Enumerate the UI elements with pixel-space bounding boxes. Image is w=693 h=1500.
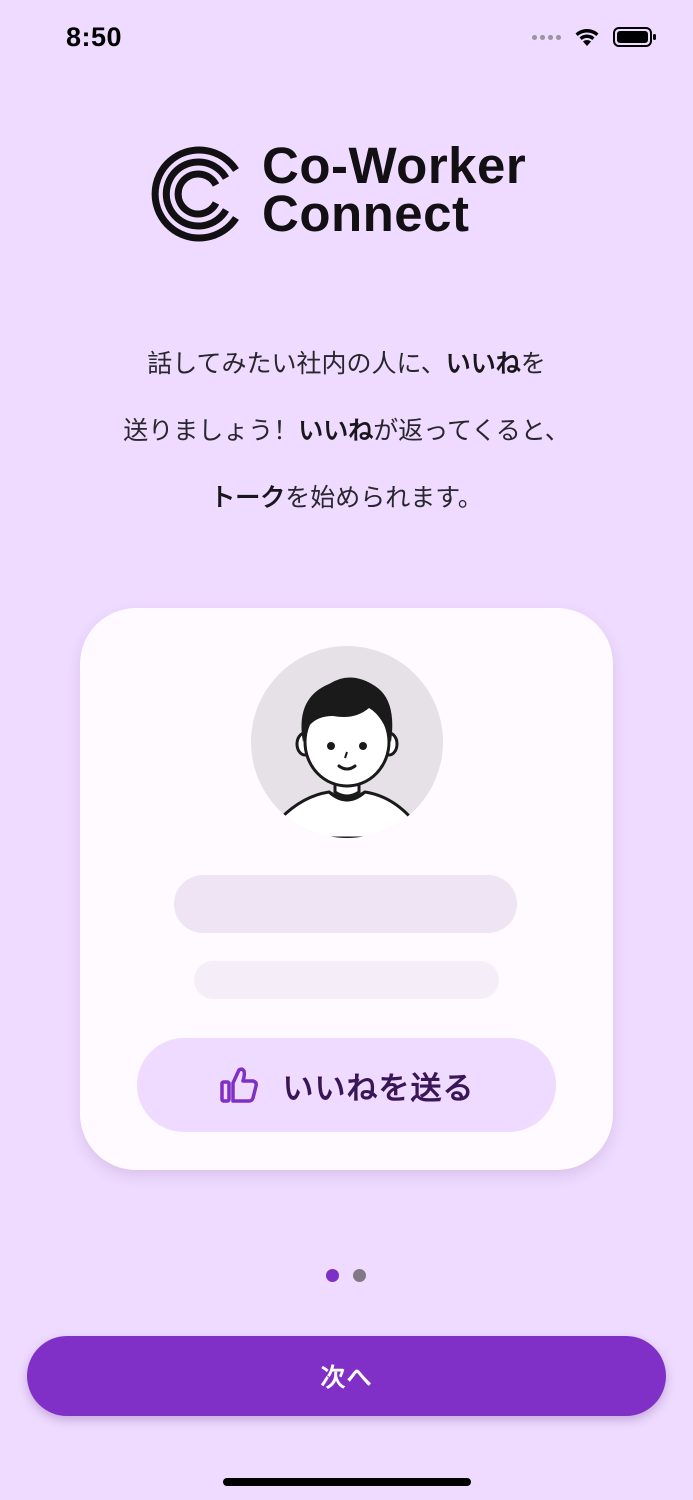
- battery-icon: [613, 27, 656, 47]
- intro-line-2: 送りましょう！いいねが返ってくると、: [123, 416, 570, 445]
- send-like-label: いいねを送る: [282, 1070, 475, 1107]
- send-like-button[interactable]: いいねを送る: [137, 1038, 556, 1132]
- logo-mark-icon: [151, 146, 239, 242]
- intro-text: 話してみたい社内の人に、いいねを 送りましょう！いいねが返ってくると、 トークを…: [40, 330, 653, 531]
- logo-wordmark: Co-Worker Connect: [262, 137, 527, 242]
- status-time: 8:50: [66, 22, 123, 52]
- logo-line-1: Co-Worker: [262, 137, 527, 194]
- intro-line-3: トークを始められます。: [210, 483, 483, 512]
- next-button-label: 次へ: [320, 1363, 373, 1392]
- intro-line-1: 話してみたい社内の人に、いいねを: [147, 349, 546, 378]
- wifi-icon: [575, 29, 599, 46]
- person-illustration-icon: [279, 677, 413, 838]
- page-dot-2[interactable]: [353, 1269, 366, 1282]
- page-dot-1[interactable]: [326, 1269, 339, 1282]
- cellular-signal-icon: [532, 34, 561, 40]
- next-button[interactable]: 次へ: [27, 1336, 666, 1416]
- app-logo: Co-Worker Connect: [150, 137, 550, 246]
- home-indicator[interactable]: [223, 1478, 471, 1486]
- profile-card-illustration: いいねを送る: [80, 608, 613, 1170]
- status-icons: [532, 26, 657, 48]
- status-bar: 8:50: [0, 0, 693, 80]
- subtitle-placeholder-bar: [194, 961, 499, 999]
- logo-line-2: Connect: [262, 185, 470, 242]
- name-placeholder-bar: [174, 875, 517, 933]
- thumbs-up-icon: [219, 1067, 258, 1103]
- avatar: [251, 646, 443, 838]
- page-indicator: [326, 1269, 366, 1282]
